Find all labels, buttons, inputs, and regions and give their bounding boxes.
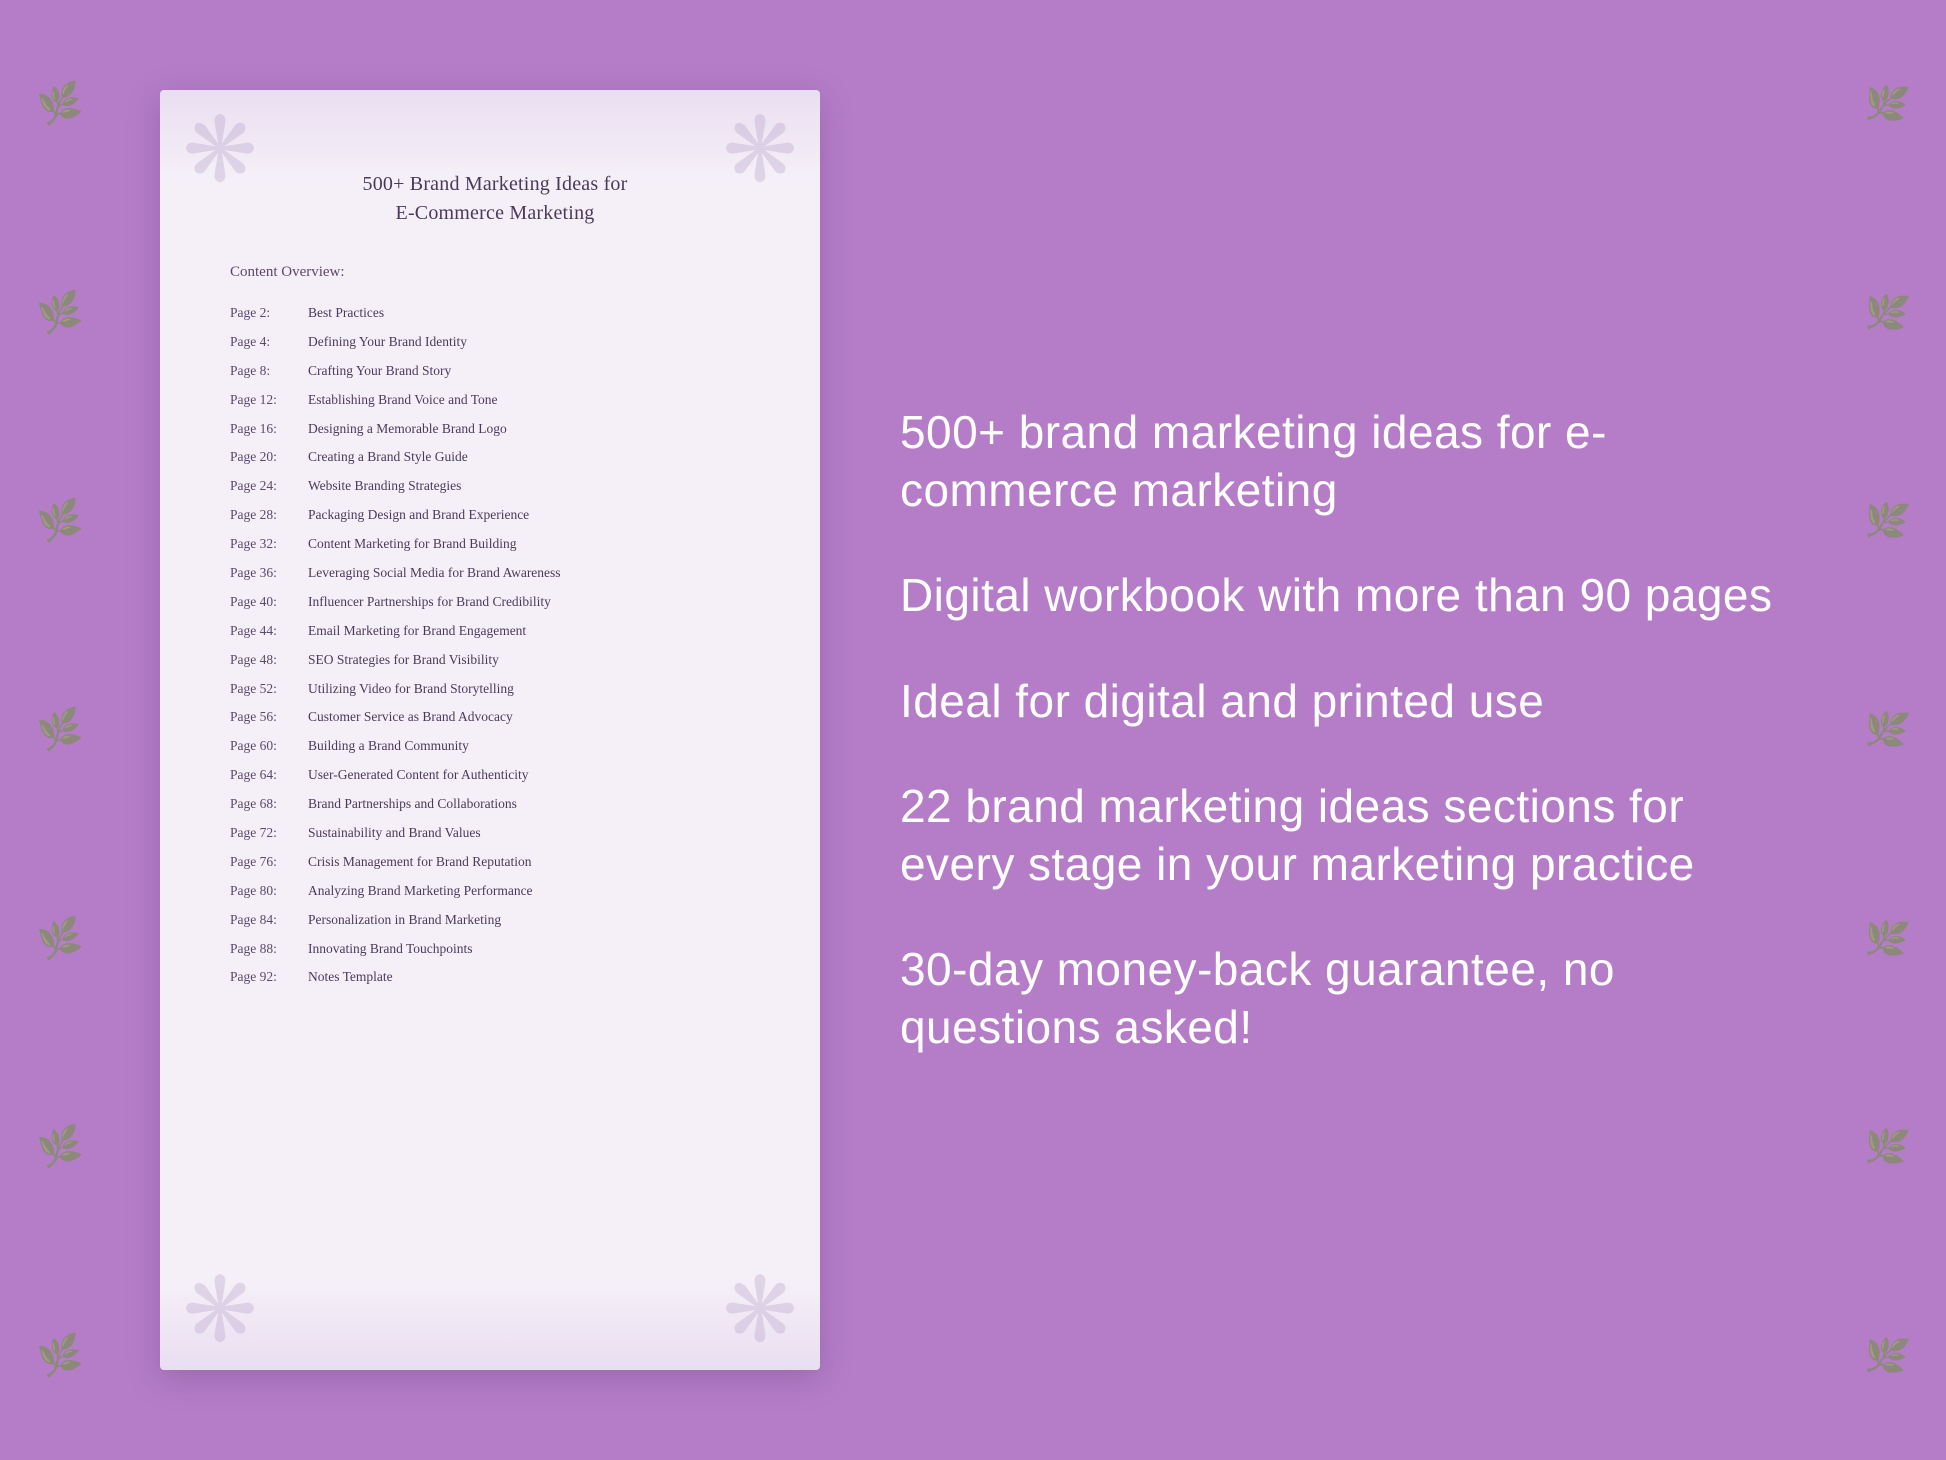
toc-entry-text: Defining Your Brand Identity <box>308 333 467 352</box>
toc-entry-text: Influencer Partnerships for Brand Credib… <box>308 593 551 612</box>
toc-item: Page 56:Customer Service as Brand Advoca… <box>230 703 760 732</box>
toc-entry-text: SEO Strategies for Brand Visibility <box>308 651 499 670</box>
toc-entry-text: Designing a Memorable Brand Logo <box>308 420 507 439</box>
toc-entry-text: Sustainability and Brand Values <box>308 824 481 843</box>
toc-entry-text: Crafting Your Brand Story <box>308 362 451 381</box>
toc-entry-text: Notes Template <box>308 968 393 987</box>
feature-text: 500+ brand marketing ideas for e-commerc… <box>900 404 1786 519</box>
toc-page-number: Page 36: <box>230 564 308 583</box>
toc-page-number: Page 28: <box>230 506 308 525</box>
toc-entry-text: Creating a Brand Style Guide <box>308 448 468 467</box>
toc-item: Page 80:Analyzing Brand Marketing Perfor… <box>230 877 760 906</box>
document-title-line2: E-Commerce Marketing <box>230 199 760 228</box>
toc-page-number: Page 56: <box>230 708 308 727</box>
table-of-contents: Page 2:Best PracticesPage 4:Defining You… <box>230 299 760 992</box>
feature-text: 22 brand marketing ideas sections for ev… <box>900 778 1786 893</box>
toc-page-number: Page 72: <box>230 824 308 843</box>
toc-page-number: Page 80: <box>230 882 308 901</box>
main-container: ❋ ❋ ❋ ❋ 500+ Brand Marketing Ideas for E… <box>0 0 1946 1460</box>
toc-page-number: Page 44: <box>230 622 308 641</box>
toc-item: Page 76:Crisis Management for Brand Repu… <box>230 848 760 877</box>
toc-item: Page 68:Brand Partnerships and Collabora… <box>230 790 760 819</box>
toc-item: Page 36:Leveraging Social Media for Bran… <box>230 559 760 588</box>
toc-entry-text: Analyzing Brand Marketing Performance <box>308 882 533 901</box>
toc-page-number: Page 64: <box>230 766 308 785</box>
toc-item: Page 64:User-Generated Content for Authe… <box>230 761 760 790</box>
toc-item: Page 92:Notes Template <box>230 963 760 992</box>
feature-text: Digital workbook with more than 90 pages <box>900 567 1786 625</box>
toc-page-number: Page 88: <box>230 940 308 959</box>
toc-item: Page 40:Influencer Partnerships for Bran… <box>230 588 760 617</box>
toc-page-number: Page 92: <box>230 968 308 987</box>
toc-item: Page 2:Best Practices <box>230 299 760 328</box>
watermark-top-right: ❋ <box>705 95 815 205</box>
toc-page-number: Page 4: <box>230 333 308 352</box>
toc-page-number: Page 60: <box>230 737 308 756</box>
document-title-line1: 500+ Brand Marketing Ideas for <box>230 170 760 199</box>
toc-entry-text: User-Generated Content for Authenticity <box>308 766 529 785</box>
document-title-area: 500+ Brand Marketing Ideas for E-Commerc… <box>230 170 760 228</box>
toc-item: Page 28:Packaging Design and Brand Exper… <box>230 501 760 530</box>
right-panel: 500+ brand marketing ideas for e-commerc… <box>900 404 1866 1056</box>
feature-text: Ideal for digital and printed use <box>900 673 1786 731</box>
toc-item: Page 20:Creating a Brand Style Guide <box>230 443 760 472</box>
toc-entry-text: Personalization in Brand Marketing <box>308 911 501 930</box>
toc-page-number: Page 40: <box>230 593 308 612</box>
toc-entry-text: Establishing Brand Voice and Tone <box>308 391 498 410</box>
toc-entry-text: Utilizing Video for Brand Storytelling <box>308 680 514 699</box>
toc-page-number: Page 20: <box>230 448 308 467</box>
watermark-bottom-left: ❋ <box>165 1255 275 1365</box>
toc-page-number: Page 68: <box>230 795 308 814</box>
toc-item: Page 52:Utilizing Video for Brand Storyt… <box>230 675 760 704</box>
toc-entry-text: Customer Service as Brand Advocacy <box>308 708 513 727</box>
toc-entry-text: Email Marketing for Brand Engagement <box>308 622 526 641</box>
toc-page-number: Page 76: <box>230 853 308 872</box>
toc-page-number: Page 84: <box>230 911 308 930</box>
content-overview-label: Content Overview: <box>230 264 760 281</box>
toc-page-number: Page 8: <box>230 362 308 381</box>
toc-entry-text: Building a Brand Community <box>308 737 469 756</box>
document-preview-card: ❋ ❋ ❋ ❋ 500+ Brand Marketing Ideas for E… <box>160 90 820 1370</box>
toc-page-number: Page 16: <box>230 420 308 439</box>
toc-item: Page 48:SEO Strategies for Brand Visibil… <box>230 646 760 675</box>
toc-item: Page 16:Designing a Memorable Brand Logo <box>230 415 760 444</box>
toc-entry-text: Website Branding Strategies <box>308 477 461 496</box>
toc-page-number: Page 12: <box>230 391 308 410</box>
toc-page-number: Page 48: <box>230 651 308 670</box>
toc-entry-text: Content Marketing for Brand Building <box>308 535 516 554</box>
toc-item: Page 88:Innovating Brand Touchpoints <box>230 935 760 964</box>
toc-item: Page 84:Personalization in Brand Marketi… <box>230 906 760 935</box>
toc-entry-text: Best Practices <box>308 304 384 323</box>
toc-page-number: Page 24: <box>230 477 308 496</box>
toc-entry-text: Packaging Design and Brand Experience <box>308 506 529 525</box>
toc-page-number: Page 2: <box>230 304 308 323</box>
feature-text: 30-day money-back guarantee, no question… <box>900 941 1786 1056</box>
toc-item: Page 8:Crafting Your Brand Story <box>230 357 760 386</box>
toc-entry-text: Innovating Brand Touchpoints <box>308 940 473 959</box>
toc-entry-text: Leveraging Social Media for Brand Awaren… <box>308 564 561 583</box>
toc-item: Page 12:Establishing Brand Voice and Ton… <box>230 386 760 415</box>
toc-item: Page 44:Email Marketing for Brand Engage… <box>230 617 760 646</box>
toc-item: Page 60:Building a Brand Community <box>230 732 760 761</box>
toc-page-number: Page 52: <box>230 680 308 699</box>
toc-item: Page 4:Defining Your Brand Identity <box>230 328 760 357</box>
toc-entry-text: Crisis Management for Brand Reputation <box>308 853 531 872</box>
toc-item: Page 32:Content Marketing for Brand Buil… <box>230 530 760 559</box>
watermark-top-left: ❋ <box>165 95 275 205</box>
watermark-bottom-right: ❋ <box>705 1255 815 1365</box>
toc-entry-text: Brand Partnerships and Collaborations <box>308 795 517 814</box>
toc-item: Page 72:Sustainability and Brand Values <box>230 819 760 848</box>
toc-item: Page 24:Website Branding Strategies <box>230 472 760 501</box>
toc-page-number: Page 32: <box>230 535 308 554</box>
